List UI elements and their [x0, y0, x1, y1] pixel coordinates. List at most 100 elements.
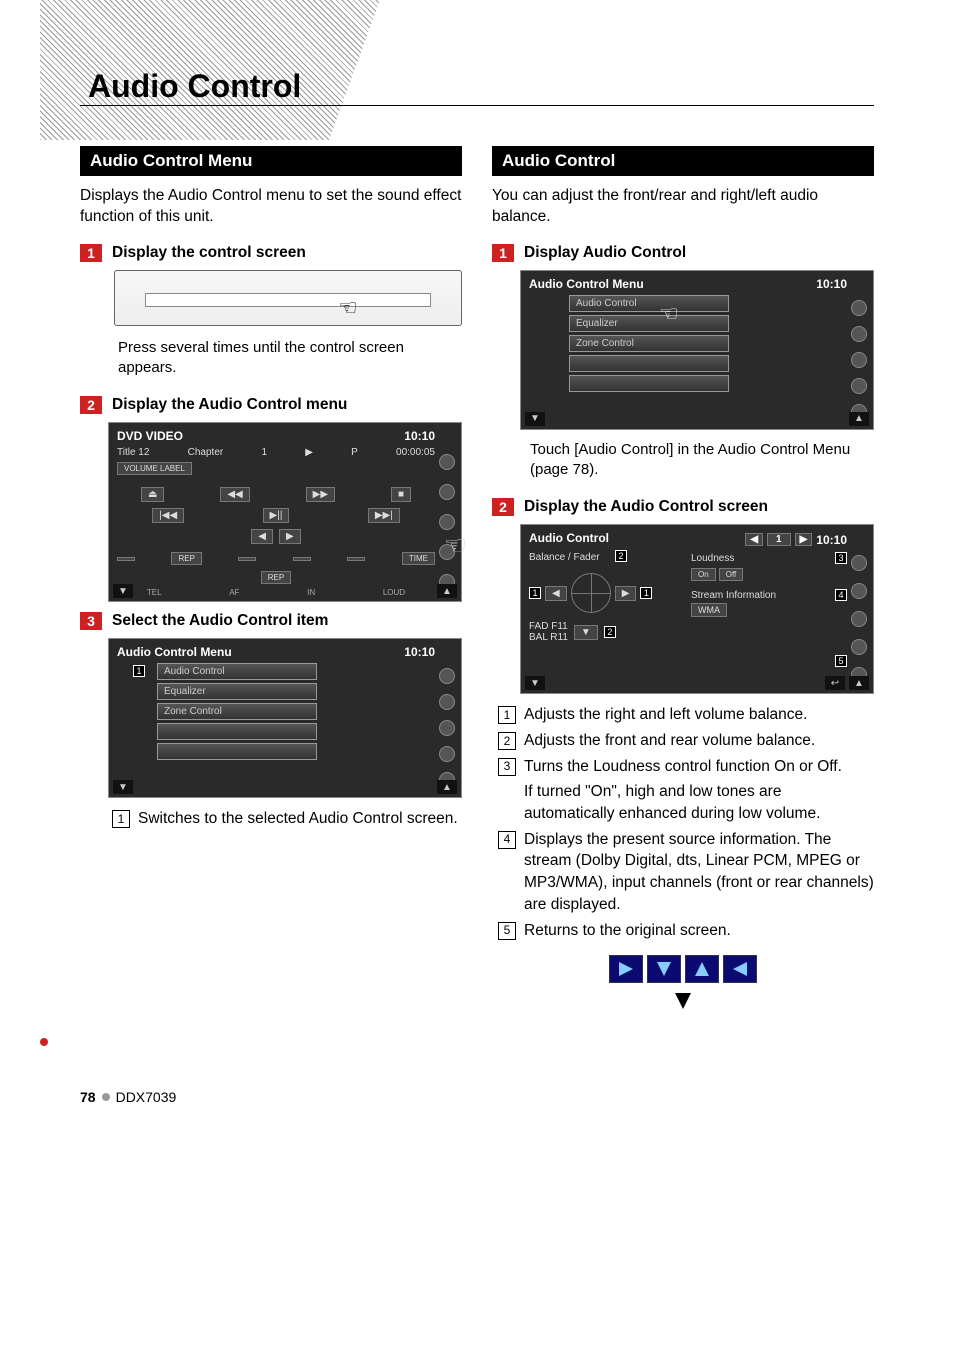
blank-button[interactable] [347, 557, 365, 561]
side-icon[interactable] [439, 514, 455, 530]
nav-down-icon[interactable]: ▼ [113, 584, 133, 598]
side-icons [439, 447, 457, 597]
crosshair-control[interactable] [571, 573, 611, 613]
hand-icon: ☜ [444, 530, 467, 561]
callout-item: 1 Adjusts the right and left volume bala… [498, 704, 874, 726]
blank-button[interactable] [293, 557, 311, 561]
nav-tri-up [685, 955, 719, 983]
loud-off-button[interactable]: Off [719, 568, 744, 581]
menu-item-zone-control[interactable]: Zone Control [569, 335, 729, 352]
screen-clock: 10:10 [404, 429, 435, 443]
left-arrow-button[interactable]: ◀ [545, 586, 567, 601]
step-r1-caption: Touch [Audio Control] in the Audio Contr… [530, 440, 874, 481]
side-icon[interactable] [851, 611, 867, 627]
callout-continuation: If turned "On", high and low tones are a… [524, 781, 874, 824]
side-icon[interactable] [851, 300, 867, 316]
side-icon[interactable] [851, 583, 867, 599]
menu-item-audio-control[interactable]: Audio Control [157, 663, 317, 680]
menu-item-audio-control[interactable]: Audio Control [569, 295, 729, 312]
side-icon[interactable] [439, 668, 455, 684]
menu-item-equalizer[interactable]: Equalizer [157, 683, 317, 700]
time-button[interactable]: TIME [402, 552, 435, 565]
stop-button[interactable]: ■ [391, 487, 411, 502]
side-icons [851, 295, 869, 425]
nav-down-icon[interactable]: ▼ [525, 676, 545, 690]
hand-icon: ☜ [659, 301, 679, 327]
nav-tri-left [723, 955, 757, 983]
nav-down-icon[interactable]: ▼ [525, 412, 545, 426]
prev-button[interactable]: |◀◀ [152, 508, 184, 523]
side-icon[interactable] [851, 352, 867, 368]
playpause-button[interactable]: ▶|| [263, 508, 290, 523]
eject-button[interactable]: ⏏ [141, 487, 164, 502]
next-button[interactable]: ▶▶| [368, 508, 400, 523]
loud-on-button[interactable]: On [691, 568, 716, 581]
side-icon[interactable] [851, 326, 867, 342]
nav-up-icon[interactable]: ▲ [849, 676, 869, 690]
menu-item-blank[interactable] [569, 375, 729, 392]
section-title-left: Audio Control Menu [80, 146, 462, 176]
side-icons [439, 663, 457, 793]
nav-down-icon[interactable]: ▼ [113, 780, 133, 794]
nav-up-icon[interactable]: ▲ [849, 412, 869, 426]
tab-1[interactable]: 1 [767, 533, 791, 546]
annotation-2b: 2 [604, 626, 616, 638]
balance-fader-label: Balance / Fader [529, 552, 685, 563]
side-icon[interactable] [439, 720, 455, 736]
nav-up-icon[interactable]: ▲ [437, 584, 457, 598]
menu-item-equalizer[interactable]: Equalizer [569, 315, 729, 332]
step-r1-row: 1 Display Audio Control [492, 244, 874, 262]
audio-control-menu-screen-r: Audio Control Menu 10:10 Audio Control E… [520, 270, 874, 430]
intro-left: Displays the Audio Control menu to set t… [80, 186, 462, 228]
side-icons [851, 549, 869, 689]
annotation-3: 3 [835, 552, 847, 564]
continue-arrow-icon [675, 993, 691, 1009]
stream-value: WMA [691, 603, 727, 617]
annotation-4: 4 [835, 589, 847, 601]
nav-tri-right [609, 955, 643, 983]
return-icon[interactable]: ↩ [825, 676, 845, 690]
tab-next[interactable]: ▶ [795, 533, 813, 546]
tel-label: TEL [147, 588, 162, 597]
fad-label: FAD F11 [529, 621, 568, 632]
nav-up-icon[interactable]: ▲ [437, 780, 457, 794]
right-arrow-button[interactable]: ▶ [615, 586, 637, 601]
annotation-1: 1 [529, 587, 541, 599]
menu-item-blank[interactable] [569, 355, 729, 372]
dvd-video-screen: DVD VIDEO 10:10 Title 12 Chapter 1 ▶ P 0… [108, 422, 462, 602]
side-icon[interactable] [439, 746, 455, 762]
blank-button[interactable] [238, 557, 256, 561]
rep-button[interactable]: REP [171, 552, 201, 565]
callout-text: Displays the present source information.… [524, 829, 874, 916]
left-button[interactable]: ◀ [251, 529, 273, 544]
page-number: 78 [80, 1089, 96, 1105]
side-icon[interactable] [439, 454, 455, 470]
step-badge: 1 [492, 244, 514, 262]
title-label: Title 12 [117, 447, 149, 458]
blank-button[interactable] [117, 557, 135, 561]
volume-label-button[interactable]: VOLUME LABEL [117, 462, 192, 475]
callout-number: 3 [498, 758, 516, 776]
loud-label: LOUD [383, 588, 405, 597]
menu-item-blank[interactable] [157, 723, 317, 740]
rewind-button[interactable]: ◀◀ [220, 487, 249, 502]
down-arrow-button[interactable]: ▼ [574, 625, 598, 640]
side-icon[interactable] [851, 378, 867, 394]
nav-triangles [492, 955, 874, 983]
step-badge: 2 [80, 396, 102, 414]
tab-prev[interactable]: ◀ [745, 533, 763, 546]
side-icon[interactable] [439, 694, 455, 710]
right-button[interactable]: ▶ [279, 529, 301, 544]
ffwd-button[interactable]: ▶▶ [306, 487, 335, 502]
screen-clock: 10:10 [816, 277, 847, 291]
side-icon[interactable] [851, 639, 867, 655]
stream-info-label: Stream Information [691, 590, 776, 601]
step-2-row: 2 Display the Audio Control menu [80, 396, 462, 414]
rep2-button[interactable]: REP [261, 571, 291, 584]
step-badge: 2 [492, 498, 514, 516]
menu-item-blank[interactable] [157, 743, 317, 760]
intro-right: You can adjust the front/rear and right/… [492, 186, 874, 228]
side-icon[interactable] [439, 484, 455, 500]
side-icon[interactable] [851, 555, 867, 571]
menu-item-zone-control[interactable]: Zone Control [157, 703, 317, 720]
